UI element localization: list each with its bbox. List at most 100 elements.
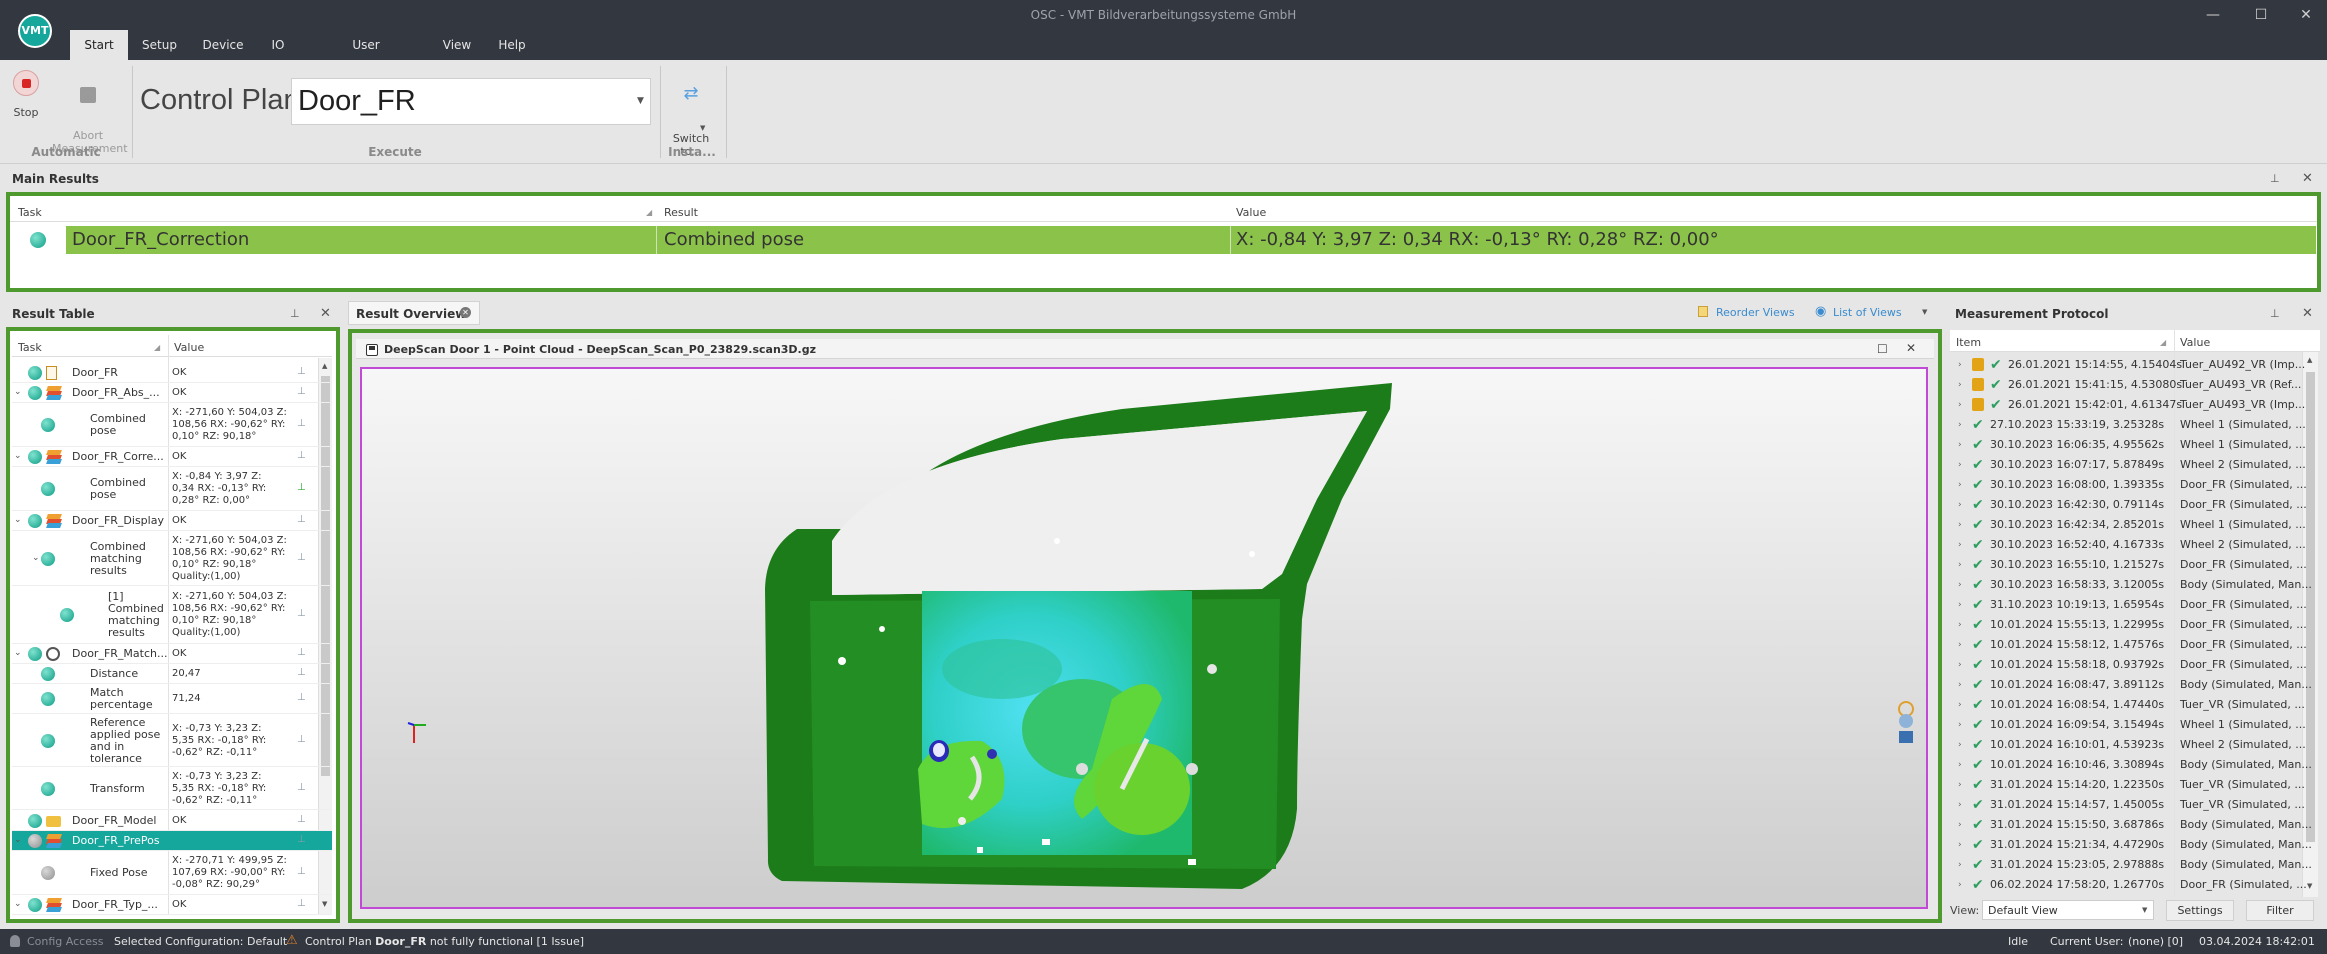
expand-chevron-icon[interactable]: › xyxy=(1958,615,1962,635)
expand-chevron-icon[interactable]: › xyxy=(1958,675,1962,695)
pin-icon[interactable]: ⊥ xyxy=(297,552,306,563)
protocol-row[interactable]: › ✔ 10.01.2024 16:10:01, 4.53923s Wheel 2 (… xyxy=(1950,735,2306,755)
expand-chevron-icon[interactable]: › xyxy=(1958,535,1962,555)
chevron-down-icon[interactable]: ▼ xyxy=(1922,308,1927,316)
pin-icon[interactable]: ⊥ xyxy=(297,814,306,825)
result-table-row[interactable]: ⌄ Door_FR_Corre... OK ⊥ xyxy=(12,447,332,467)
pin-icon[interactable]: ⊥ xyxy=(2270,307,2280,320)
close-tab-icon[interactable]: ✕ xyxy=(460,307,471,318)
protocol-row[interactable]: › ✔ 27.10.2023 15:33:19, 3.25328s Wheel 1 (… xyxy=(1950,415,2306,435)
header-value[interactable]: Value xyxy=(1236,206,1266,219)
expand-chevron-icon[interactable]: › xyxy=(1958,695,1962,715)
result-table-row[interactable]: Combined pose X: -271,60 Y: 504,03 Z: 108… xyxy=(12,403,332,447)
chevron-down-icon[interactable]: ▼ xyxy=(637,96,644,106)
pin-icon[interactable]: ⊥ xyxy=(297,782,306,793)
result-table-row[interactable]: Reference applied pose and in tolerance X… xyxy=(12,714,332,767)
result-table-row[interactable]: Transform X: -0,73 Y: 3,23 Z: 5,35 RX: -0… xyxy=(12,767,332,810)
result-table-row[interactable]: Door_FR OK ⊥ xyxy=(12,362,332,383)
expand-chevron-icon[interactable]: › xyxy=(1958,395,1962,415)
expand-chevron-icon[interactable]: › xyxy=(1958,375,1962,395)
expand-chevron-icon[interactable]: ⌄ xyxy=(32,553,40,563)
pin-icon[interactable]: ⊥ xyxy=(297,482,306,493)
expand-chevron-icon[interactable]: › xyxy=(1958,495,1962,515)
expand-chevron-icon[interactable]: › xyxy=(1958,415,1962,435)
maximize-view-icon[interactable]: ☐ xyxy=(1877,342,1888,356)
reorder-views-button[interactable]: Reorder Views xyxy=(1716,306,1795,319)
save-icon[interactable] xyxy=(366,344,378,356)
protocol-row[interactable]: › ✔ 31.01.2024 15:15:50, 3.68786s Body (Sim… xyxy=(1950,815,2312,835)
header-item[interactable]: Item xyxy=(1956,336,1981,349)
expand-chevron-icon[interactable]: ⌄ xyxy=(14,387,22,397)
control-plan-select[interactable]: Door_FR xyxy=(291,78,651,125)
tab-help[interactable]: Help xyxy=(492,30,532,60)
protocol-row[interactable]: › ✔ 31.01.2024 15:14:57, 1.45005s Tuer_VR (… xyxy=(1950,795,2305,815)
result-table-row[interactable]: [1] Combined matching results X: -271,60 … xyxy=(12,586,332,644)
close-panel-icon[interactable]: ✕ xyxy=(2302,306,2313,321)
result-table-row[interactable]: Combined pose X: -0,84 Y: 3,97 Z: 0,34 RX… xyxy=(12,467,332,511)
pin-icon[interactable]: ⊥ xyxy=(297,898,306,909)
issue-message[interactable]: Control Plan Door_FR not fully functiona… xyxy=(305,935,584,948)
close-panel-icon[interactable]: ✕ xyxy=(320,306,331,321)
stop-button[interactable]: Stop xyxy=(6,70,46,119)
protocol-row[interactable]: › ✔ 30.10.2023 16:52:40, 4.16733s Wheel 2 (… xyxy=(1950,535,2306,555)
protocol-row[interactable]: › ✔ 30.10.2023 16:42:30, 0.79114s Door_FR (… xyxy=(1950,495,2307,515)
main-result-row[interactable] xyxy=(66,226,2316,254)
protocol-row[interactable]: › ✔ 30.10.2023 16:07:17, 5.87849s Wheel 2 (… xyxy=(1950,455,2306,475)
protocol-row[interactable]: › ✔ 30.10.2023 16:58:33, 3.12005s Body (Sim… xyxy=(1950,575,2312,595)
expand-chevron-icon[interactable]: › xyxy=(1958,815,1962,835)
expand-chevron-icon[interactable]: › xyxy=(1958,475,1962,495)
column-filter-icon[interactable]: ◢ xyxy=(154,343,160,352)
pin-icon[interactable]: ⊥ xyxy=(297,514,306,525)
expand-chevron-icon[interactable]: › xyxy=(1958,775,1962,795)
maximize-icon[interactable]: ☐ xyxy=(2246,5,2276,25)
result-table-row[interactable]: ⌄ Door_FR_Match... OK ⊥ xyxy=(12,644,332,664)
close-view-icon[interactable]: ✕ xyxy=(1906,341,1916,355)
protocol-row[interactable]: › ✔ 30.10.2023 16:42:34, 2.85201s Wheel 1 (… xyxy=(1950,515,2306,535)
view-select[interactable]: Default View xyxy=(1982,900,2154,920)
expand-chevron-icon[interactable]: › xyxy=(1958,555,1962,575)
column-filter-icon[interactable]: ◢ xyxy=(646,208,652,217)
pin-icon[interactable]: ⊥ xyxy=(297,608,306,619)
expand-chevron-icon[interactable]: › xyxy=(1958,715,1962,735)
expand-chevron-icon[interactable]: › xyxy=(1958,735,1962,755)
protocol-row[interactable]: › ✔ 10.01.2024 16:08:47, 3.89112s Body (Sim… xyxy=(1950,675,2312,695)
expand-chevron-icon[interactable]: ⌄ xyxy=(14,899,22,909)
expand-chevron-icon[interactable]: › xyxy=(1958,435,1962,455)
header-task[interactable]: Task xyxy=(18,206,42,219)
expand-chevron-icon[interactable]: › xyxy=(1958,835,1962,855)
pin-icon[interactable]: ⊥ xyxy=(297,366,306,377)
result-table-row[interactable]: ⌄ Door_FR_Display OK ⊥ xyxy=(12,511,332,531)
result-table-row[interactable]: Distance 20,47 ⊥ xyxy=(12,664,332,684)
expand-chevron-icon[interactable]: › xyxy=(1958,635,1962,655)
expand-chevron-icon[interactable]: ⌄ xyxy=(14,648,22,658)
protocol-row[interactable]: › ✔ 10.01.2024 16:10:46, 3.30894s Body (Sim… xyxy=(1950,755,2312,775)
expand-chevron-icon[interactable]: › xyxy=(1958,795,1962,815)
tab-user-administration[interactable]: User Administration xyxy=(310,30,422,82)
result-table-row[interactable]: ⌄ Door_FR_PrePos ⊥ xyxy=(12,831,332,851)
pin-icon[interactable]: ⊥ xyxy=(297,450,306,461)
header-task[interactable]: Task xyxy=(18,341,42,354)
column-filter-icon[interactable]: ◢ xyxy=(2160,338,2166,347)
pin-icon[interactable]: ⊥ xyxy=(297,834,306,845)
point-cloud-viewport[interactable] xyxy=(360,367,1928,909)
list-of-views-button[interactable]: List of Views xyxy=(1833,306,1902,319)
close-icon[interactable]: ✕ xyxy=(2291,5,2321,25)
pin-icon[interactable]: ⊥ xyxy=(297,386,306,397)
result-table-row[interactable]: ⌄ Door_FR_Typ_... OK ⊥ xyxy=(12,895,332,915)
protocol-row[interactable]: › ✔ 26.01.2021 15:41:15, 4.53080s Tuer_AU49… xyxy=(1950,375,2301,395)
expand-chevron-icon[interactable]: › xyxy=(1958,755,1962,775)
protocol-row[interactable]: › ✔ 30.10.2023 16:06:35, 4.95562s Wheel 1 (… xyxy=(1950,435,2306,455)
result-table-row[interactable]: ⌄ Combined matching results X: -271,60 Y: … xyxy=(12,531,332,586)
protocol-row[interactable]: › ✔ 10.01.2024 16:08:54, 1.47440s Tuer_VR (… xyxy=(1950,695,2305,715)
pin-icon[interactable]: ⊥ xyxy=(297,734,306,745)
expand-chevron-icon[interactable]: › xyxy=(1958,595,1962,615)
protocol-row[interactable]: › ✔ 31.01.2024 15:21:34, 4.47290s Body (Sim… xyxy=(1950,835,2312,855)
pin-icon[interactable]: ⊥ xyxy=(297,667,306,678)
protocol-row[interactable]: › ✔ 06.02.2024 17:58:20, 1.26770s Door_FR (… xyxy=(1950,875,2307,895)
pin-icon[interactable]: ⊥ xyxy=(297,647,306,658)
expand-chevron-icon[interactable]: › xyxy=(1958,655,1962,675)
result-table-row[interactable]: ⌄ Door_FR_Abs_... OK ⊥ xyxy=(12,383,332,403)
expand-chevron-icon[interactable]: ⌄ xyxy=(14,451,22,461)
protocol-row[interactable]: › ✔ 26.01.2021 15:42:01, 4.61347s Tuer_AU49… xyxy=(1950,395,2305,415)
expand-chevron-icon[interactable]: ⌄ xyxy=(14,835,22,845)
